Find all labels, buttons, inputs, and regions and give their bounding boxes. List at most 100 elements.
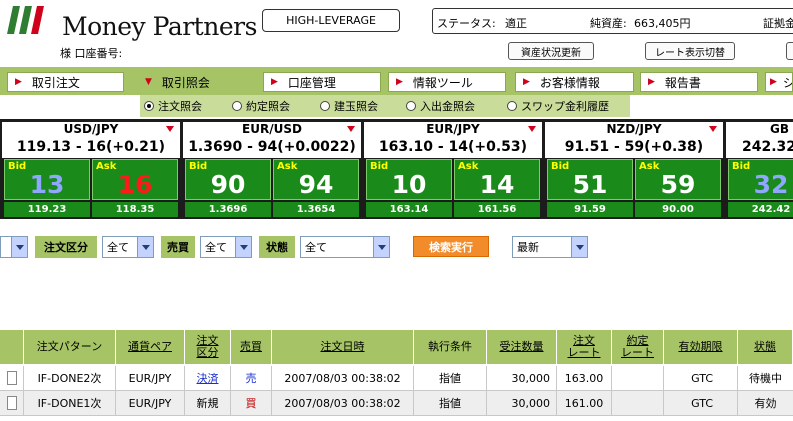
column-header-select	[0, 330, 24, 364]
cell-datetime: 2007/08/03 00:38:02	[272, 366, 414, 390]
rate-summary: 91.51 - 59(+0.38)	[545, 137, 723, 158]
chevron-down-icon[interactable]	[235, 237, 251, 257]
pair-name: USD/JPY	[2, 122, 180, 137]
ask-price: 16	[117, 170, 153, 199]
bid-button[interactable]: Bid 51	[547, 159, 633, 200]
extra-header-button[interactable]	[786, 42, 793, 60]
dropdown-arrow-icon[interactable]	[528, 126, 536, 132]
triangle-right-icon: ▶	[648, 77, 655, 87]
column-header-exec-rate[interactable]: 約定 レート	[612, 330, 664, 364]
net-assets-label: 純資産:	[590, 17, 627, 30]
net-assets-value: 663,405円	[634, 17, 691, 30]
pair-name: NZD/JPY	[545, 122, 723, 137]
bid-high: 119.23	[4, 202, 90, 217]
dropdown-arrow-icon[interactable]	[166, 126, 174, 132]
bid-button[interactable]: Bid 13	[4, 159, 90, 200]
row-divider	[0, 415, 793, 416]
rate-display-toggle-button[interactable]: レート表示切替	[645, 42, 735, 60]
rate-panel-gbp-partial[interactable]: GB 242.32 Bid 32 242.42	[726, 122, 793, 218]
column-header-rate[interactable]: 注文 レート	[557, 330, 612, 364]
sort-select[interactable]: 最新	[512, 236, 588, 258]
ask-button[interactable]: Ask 14	[454, 159, 540, 200]
ask-button[interactable]: Ask 94	[273, 159, 359, 200]
column-header-pair[interactable]: 通貨ペア	[116, 330, 185, 364]
tab-reports[interactable]: ▶ 報告書	[640, 72, 758, 92]
chevron-down-icon[interactable]	[373, 237, 389, 257]
pair-name: EUR/USD	[183, 122, 361, 137]
cell-expiry: GTC	[664, 391, 738, 415]
ask-price: 94	[298, 170, 334, 199]
cell-condition: 指値	[414, 366, 487, 390]
column-header-pattern: 注文パターン	[24, 330, 116, 364]
ask-price: 14	[479, 170, 515, 199]
rate-summary: 163.10 - 14(+0.53)	[364, 137, 542, 158]
tab-trade-order[interactable]: ▶ 取引注文	[7, 72, 124, 92]
rate-panel-nzdjpy[interactable]: NZD/JPY 91.51 - 59(+0.38) Bid 51 Ask 59 91…	[545, 122, 723, 218]
row-checkbox-cell	[0, 391, 24, 415]
subtab-deposit-inquiry[interactable]: 入出金照会	[406, 98, 475, 114]
row-checkbox-cell	[0, 366, 24, 390]
column-header-state[interactable]: 状態	[738, 330, 793, 364]
radio-checked-icon	[144, 101, 154, 111]
column-header-side[interactable]: 売買	[231, 330, 272, 364]
bid-price: 13	[29, 170, 65, 199]
cell-exec-rate	[612, 366, 664, 390]
column-header-qty[interactable]: 受注数量	[487, 330, 557, 364]
rate-panel-usdjpy[interactable]: USD/JPY 119.13 - 16(+0.21) Bid 13 Ask 16 1…	[2, 122, 180, 218]
rate-panel-eurusd[interactable]: EUR/USD 1.3690 - 94(+0.0022) Bid 90 Ask 94…	[183, 122, 361, 218]
bid-price: 90	[210, 170, 246, 199]
refresh-assets-button[interactable]: 資産状況更新	[508, 42, 594, 60]
cell-side: 買	[231, 391, 272, 415]
bid-high: 163.14	[366, 202, 452, 217]
cell-order-type-link[interactable]: 決済	[185, 366, 231, 390]
bid-price: 32	[753, 170, 789, 199]
ask-low: 1.3654	[273, 202, 359, 217]
dropdown-arrow-icon[interactable]	[709, 126, 717, 132]
bid-button[interactable]: Bid 90	[185, 159, 271, 200]
triangle-right-icon: ▶	[15, 77, 22, 87]
triangle-right-icon: ▶	[770, 77, 777, 87]
tab-account-management[interactable]: ▶ 口座管理	[263, 72, 381, 92]
high-leverage-button[interactable]: HIGH-LEVERAGE	[262, 9, 400, 32]
bid-button[interactable]: Bid 32	[728, 159, 793, 200]
cell-datetime: 2007/08/03 00:38:02	[272, 391, 414, 415]
search-button[interactable]: 検索実行	[413, 236, 489, 257]
cell-order-type: 新規	[185, 391, 231, 415]
cell-expiry: GTC	[664, 366, 738, 390]
tab-trade-inquiry[interactable]: ▼ 取引照会	[137, 72, 253, 92]
chevron-down-icon[interactable]	[571, 237, 587, 257]
chevron-down-icon[interactable]	[11, 237, 27, 257]
subtab-order-inquiry[interactable]: 注文照会	[144, 98, 202, 114]
subtab-execution-inquiry[interactable]: 約定照会	[232, 98, 290, 114]
row-checkbox[interactable]	[6, 371, 17, 385]
state-select[interactable]: 全て	[300, 236, 390, 258]
radio-icon	[406, 101, 416, 111]
tab-customer-info[interactable]: ▶ お客様情報	[515, 72, 634, 92]
bid-high: 242.42	[728, 202, 793, 217]
order-type-select[interactable]: 全て	[102, 236, 154, 258]
subtab-position-inquiry[interactable]: 建玉照会	[320, 98, 378, 114]
dropdown-arrow-icon[interactable]	[347, 126, 355, 132]
ask-low: 118.35	[92, 202, 178, 217]
bid-button[interactable]: Bid 10	[366, 159, 452, 200]
status-value: 適正	[505, 17, 527, 30]
tab-more[interactable]: ▶シ	[765, 72, 793, 92]
partial-select[interactable]	[0, 236, 28, 258]
pair-name: EUR/JPY	[364, 122, 542, 137]
cell-qty: 30,000	[487, 366, 557, 390]
chevron-down-icon[interactable]	[137, 237, 153, 257]
subtab-swap-history[interactable]: スワップ金利履歴	[507, 98, 609, 114]
buy-sell-select[interactable]: 全て	[200, 236, 252, 258]
column-header-datetime[interactable]: 注文日時	[272, 330, 414, 364]
ask-button[interactable]: Ask 59	[635, 159, 721, 200]
logo-stripe-2	[19, 6, 32, 34]
rate-panel-eurjpy[interactable]: EUR/JPY 163.10 - 14(+0.53) Bid 10 Ask 14 1…	[364, 122, 542, 218]
column-header-expiry[interactable]: 有効期限	[664, 330, 738, 364]
order-type-label: 注文区分	[35, 236, 97, 258]
row-checkbox[interactable]	[6, 396, 17, 410]
ask-button[interactable]: Ask 16	[92, 159, 178, 200]
rate-summary: 119.13 - 16(+0.21)	[2, 137, 180, 158]
tab-info-tools[interactable]: ▶ 情報ツール	[388, 72, 506, 92]
column-header-order-type[interactable]: 注文 区分	[185, 330, 231, 364]
cell-exec-rate	[612, 391, 664, 415]
